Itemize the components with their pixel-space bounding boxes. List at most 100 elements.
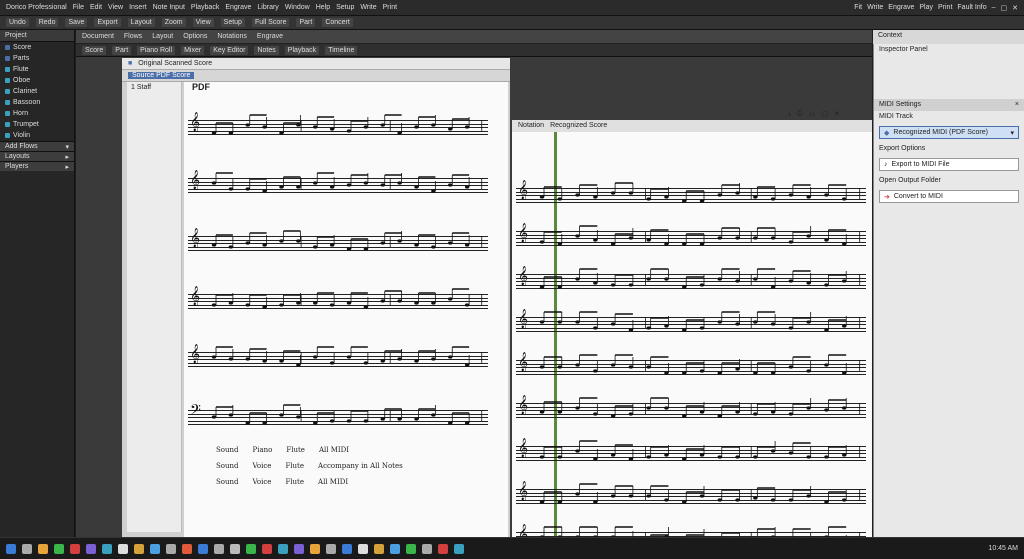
note[interactable] <box>788 279 794 283</box>
toolbar-button[interactable]: Part <box>296 18 316 27</box>
taskbar-app-icon[interactable] <box>310 543 320 554</box>
export-midi-button[interactable]: ♪ Export to MIDI File <box>879 158 1019 171</box>
restore-icon[interactable]: ▢ <box>1001 4 1008 12</box>
mode-button[interactable]: Print <box>938 4 952 11</box>
note[interactable] <box>717 371 722 375</box>
midi-source-select[interactable]: ◆ Recognized MIDI (PDF Score) ▾ <box>879 126 1019 139</box>
note[interactable] <box>788 412 794 416</box>
note[interactable] <box>296 415 301 419</box>
note[interactable] <box>575 234 580 238</box>
note[interactable] <box>313 125 318 129</box>
toolbar-button[interactable]: Export <box>94 18 121 27</box>
tab[interactable]: Notations <box>217 33 247 40</box>
taskbar-app-icon[interactable] <box>422 543 432 554</box>
note[interactable] <box>593 238 598 242</box>
note[interactable] <box>464 125 470 129</box>
note[interactable] <box>448 127 453 131</box>
sidebar-item[interactable]: Score <box>0 42 74 53</box>
note[interactable] <box>806 369 811 373</box>
note[interactable] <box>735 322 740 326</box>
taskbar-app-icon[interactable] <box>278 543 288 554</box>
view-tab[interactable]: Key Editor <box>210 45 249 55</box>
note[interactable] <box>557 242 562 246</box>
menu-item[interactable]: Dorico Professional <box>6 4 67 11</box>
menu-item[interactable]: Write <box>360 4 376 11</box>
note[interactable] <box>753 277 758 281</box>
note[interactable] <box>539 500 545 504</box>
note[interactable] <box>313 301 318 305</box>
taskbar-app-icon[interactable] <box>454 543 464 554</box>
close-icon[interactable]: ✕ <box>1012 4 1018 12</box>
note[interactable] <box>414 417 419 421</box>
note[interactable] <box>557 455 562 459</box>
note[interactable] <box>717 455 722 459</box>
note[interactable] <box>646 494 651 498</box>
note[interactable] <box>557 410 562 414</box>
print-icon[interactable]: ⎙ <box>797 110 803 118</box>
toolbar-button[interactable]: Redo <box>35 18 59 27</box>
note[interactable] <box>753 195 758 199</box>
note[interactable] <box>788 451 794 455</box>
view-tab[interactable]: Piano Roll <box>137 45 176 55</box>
note[interactable] <box>717 193 722 197</box>
note[interactable] <box>753 412 758 416</box>
note[interactable] <box>211 355 217 359</box>
sidebar-item[interactable]: Violin <box>0 130 74 141</box>
note[interactable] <box>735 236 740 240</box>
taskbar-app-icon[interactable] <box>6 543 16 554</box>
note[interactable] <box>824 283 829 287</box>
note[interactable] <box>228 187 234 191</box>
note[interactable] <box>699 242 705 246</box>
note[interactable] <box>788 365 794 369</box>
toolbar-button[interactable]: Setup <box>220 18 245 27</box>
note[interactable] <box>646 238 651 242</box>
convert-midi-button[interactable]: ➜ Convert to MIDI <box>879 190 1019 203</box>
note[interactable] <box>628 365 634 369</box>
note[interactable] <box>628 236 634 240</box>
note[interactable] <box>329 361 335 365</box>
note[interactable] <box>296 301 301 305</box>
note[interactable] <box>279 185 284 189</box>
note[interactable] <box>539 410 545 414</box>
note[interactable] <box>557 365 562 369</box>
note[interactable] <box>575 449 580 453</box>
note[interactable] <box>557 500 562 504</box>
note[interactable] <box>593 326 598 330</box>
note[interactable] <box>363 181 369 185</box>
note[interactable] <box>824 363 829 367</box>
note[interactable] <box>806 455 811 459</box>
taskbar-app-icon[interactable] <box>262 543 272 554</box>
note[interactable] <box>824 455 829 459</box>
note[interactable] <box>363 125 369 129</box>
taskbar-app-icon[interactable] <box>342 543 352 554</box>
note[interactable] <box>646 455 651 459</box>
taskbar-app-icon[interactable] <box>134 543 144 554</box>
note[interactable] <box>575 277 580 281</box>
note[interactable] <box>806 406 811 410</box>
note[interactable] <box>646 365 651 369</box>
taskbar-app-icon[interactable] <box>38 543 48 554</box>
note[interactable] <box>464 185 470 189</box>
note[interactable] <box>211 131 217 135</box>
note[interactable] <box>628 457 634 461</box>
note[interactable] <box>363 305 369 309</box>
toolbar-button[interactable]: Zoom <box>161 18 186 27</box>
toolbar-button[interactable]: Layout <box>127 18 155 27</box>
menu-item[interactable]: Print <box>383 4 397 11</box>
note[interactable] <box>397 239 402 243</box>
note[interactable] <box>262 189 267 193</box>
mode-button[interactable]: Fit <box>854 4 862 11</box>
note[interactable] <box>397 181 402 185</box>
view-tab[interactable]: Timeline <box>325 45 358 55</box>
note[interactable] <box>414 359 419 363</box>
note[interactable] <box>575 193 580 197</box>
taskbar-app-icon[interactable] <box>86 543 96 554</box>
note[interactable] <box>464 243 470 247</box>
note[interactable] <box>279 413 284 417</box>
note[interactable] <box>228 301 234 305</box>
note[interactable] <box>682 371 687 375</box>
note[interactable] <box>448 297 453 301</box>
toolbar-button[interactable]: Concert <box>322 18 353 27</box>
note[interactable] <box>228 357 234 361</box>
note[interactable] <box>211 181 217 185</box>
